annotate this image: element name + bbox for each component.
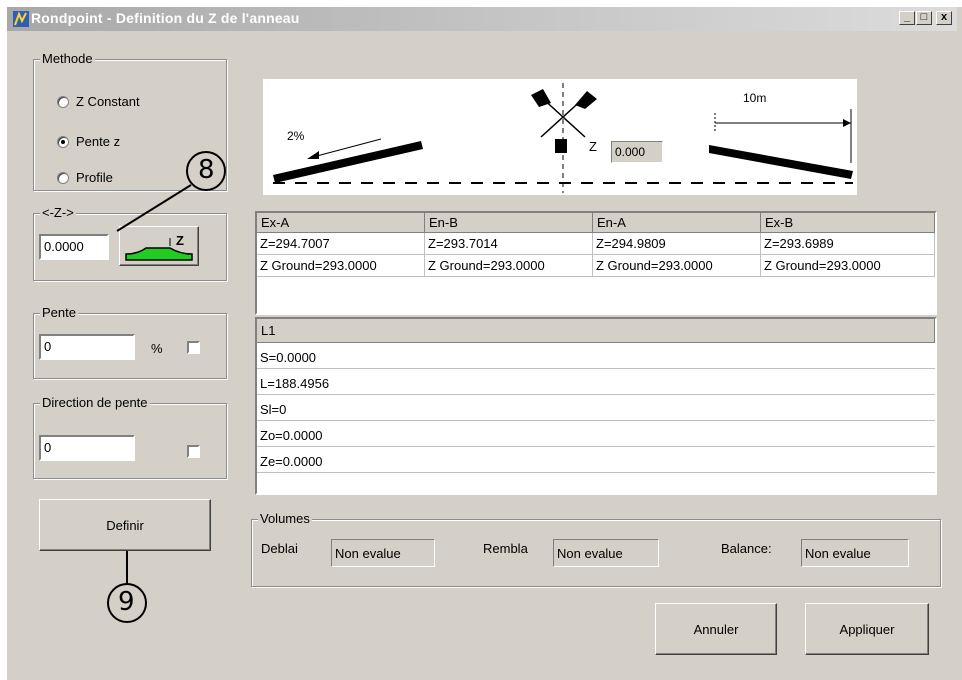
table-cell[interactable]: Z=294.9809 [593, 233, 761, 255]
list-header[interactable]: L1 [257, 319, 935, 343]
pente-checkbox[interactable] [187, 341, 200, 354]
title-bar[interactable]: Rondpoint - Definition du Z de l'anneau … [7, 7, 957, 31]
minimize-button[interactable]: _ [899, 11, 915, 25]
app-icon [13, 11, 29, 27]
detail-list[interactable]: L1 S=0.0000 L=188.4956 Sl=0 Zo=0.0000 Ze… [255, 317, 937, 495]
window-title: Rondpoint - Definition du Z de l'anneau [31, 10, 300, 26]
profile-diagram-svg [273, 83, 853, 193]
z-group-label: <-Z-> [40, 205, 76, 220]
z-diagram-label: Z [589, 139, 597, 154]
table-header[interactable]: En-A [593, 213, 761, 233]
list-item[interactable]: Ze=0.0000 [257, 451, 935, 473]
table-header[interactable]: Ex-A [257, 213, 425, 233]
appliquer-button[interactable]: Appliquer [805, 603, 929, 655]
radio-checked-icon [57, 135, 69, 148]
z-value-input[interactable]: 0.0000 [39, 234, 109, 260]
pente-input[interactable]: 0 [39, 334, 135, 360]
pente-label: Pente [40, 305, 78, 320]
pente-unit-label: % [151, 341, 163, 356]
methode-label: Methode [40, 51, 95, 66]
deblai-value: Non evalue [331, 539, 435, 567]
table-header[interactable]: En-B [425, 213, 593, 233]
callout-9-leader [107, 551, 147, 623]
list-item[interactable]: Zo=0.0000 [257, 425, 935, 447]
balance-label: Balance: [721, 541, 772, 556]
callout-8-label: 8 [198, 155, 215, 185]
rembla-value: Non evalue [553, 539, 659, 567]
definir-button[interactable]: Definir [39, 499, 211, 551]
radio-unchecked-icon [57, 95, 69, 108]
radio-z-constant[interactable]: Z Constant [57, 94, 140, 109]
roundabout-profile-diagram: 2% 10m Z 0.000 [263, 79, 857, 195]
z-diagram-value: 0.000 [611, 141, 663, 163]
table-cell[interactable]: Z Ground=293.0000 [761, 255, 935, 277]
callout-8-leader [116, 151, 226, 232]
direction-label: Direction de pente [40, 395, 150, 410]
table-cell[interactable]: Z Ground=293.0000 [425, 255, 593, 277]
direction-input[interactable]: 0 [39, 435, 135, 461]
table-cell[interactable]: Z=293.6989 [761, 233, 935, 255]
list-item[interactable]: S=0.0000 [257, 347, 935, 369]
distance-label: 10m [743, 91, 767, 105]
volumes-label: Volumes [258, 511, 312, 526]
list-item[interactable]: Sl=0 [257, 399, 935, 421]
radio-unchecked-icon [57, 171, 69, 184]
table-cell[interactable]: Z=293.7014 [425, 233, 593, 255]
annuler-button[interactable]: Annuler [655, 603, 777, 655]
balance-value: Non evalue [801, 539, 909, 567]
dialog-window: Rondpoint - Definition du Z de l'anneau … [6, 6, 962, 680]
maximize-button[interactable]: □ [916, 11, 932, 25]
table-cell[interactable]: Z=294.7007 [257, 233, 425, 255]
direction-checkbox[interactable] [187, 445, 200, 458]
rembla-label: Rembla [483, 541, 528, 556]
callout-9-label: 9 [118, 587, 135, 617]
table-cell[interactable]: Z Ground=293.0000 [257, 255, 425, 277]
list-item[interactable]: L=188.4956 [257, 373, 935, 395]
summary-table[interactable]: Ex-A En-B En-A Ex-B Z=294.7007 Z=293.701… [255, 211, 937, 315]
close-button[interactable]: x [936, 11, 952, 25]
table-header[interactable]: Ex-B [761, 213, 935, 233]
table-cell[interactable]: Z Ground=293.0000 [593, 255, 761, 277]
radio-z-constant-label: Z Constant [76, 94, 140, 109]
slope-percent-label: 2% [287, 129, 305, 143]
deblai-label: Deblai [261, 541, 298, 556]
